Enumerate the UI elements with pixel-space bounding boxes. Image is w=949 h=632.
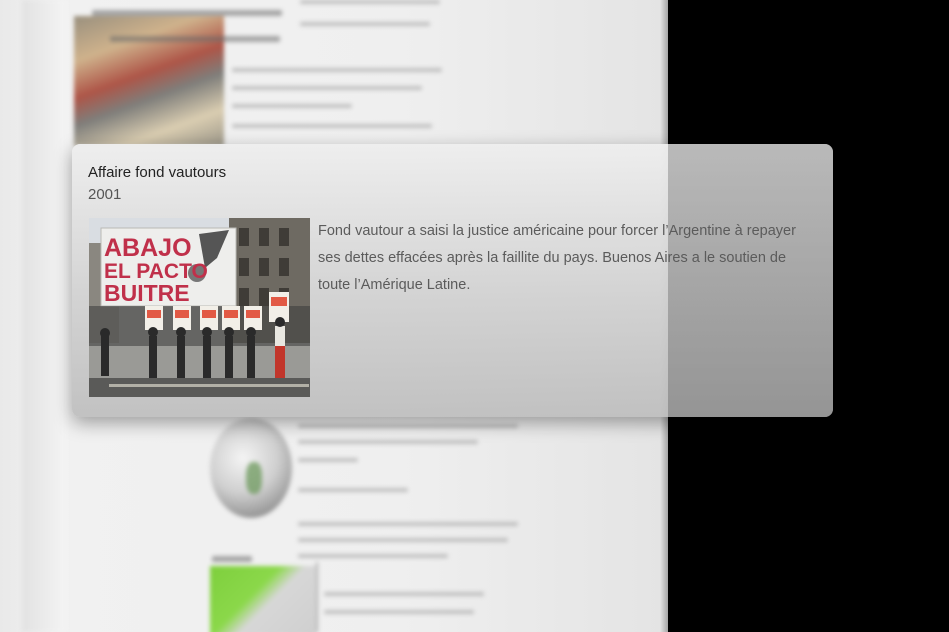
background-divider <box>316 562 318 632</box>
background-text-line <box>298 538 508 542</box>
background-text-line <box>298 488 408 492</box>
background-text-line <box>298 554 448 558</box>
background-text-line <box>232 86 422 90</box>
card-description: Fond vautour a saisi la justice américai… <box>318 223 796 293</box>
background-text-line <box>324 592 484 596</box>
protest-photo: ABAJO EL PACTO BUITRE <box>89 218 310 397</box>
card-title: Affaire fond vautours <box>88 164 227 181</box>
background-text-line <box>298 440 478 444</box>
background-text-line <box>232 104 352 108</box>
card-year: 2001 <box>88 186 122 203</box>
page-margin <box>22 0 66 632</box>
background-map-graphic <box>210 566 316 632</box>
background-text-line <box>232 124 432 128</box>
background-heading <box>212 556 252 562</box>
background-text-line <box>298 522 518 526</box>
background-heading <box>92 10 282 16</box>
background-globe-graphic <box>210 418 292 518</box>
background-text-line <box>298 424 518 428</box>
event-detail-card[interactable]: Affaire fond vautours 2001 ABAJO EL PACT… <box>72 144 833 417</box>
background-text-line <box>298 458 358 462</box>
background-text-line <box>300 0 440 4</box>
globe-landmass <box>246 462 262 494</box>
background-text-line <box>232 68 442 72</box>
background-text-line <box>324 610 474 614</box>
background-text-line <box>300 22 430 26</box>
banner-line-3: BUITRE <box>104 280 190 306</box>
background-heading <box>110 36 280 42</box>
banner-line-1: ABAJO <box>104 234 192 262</box>
